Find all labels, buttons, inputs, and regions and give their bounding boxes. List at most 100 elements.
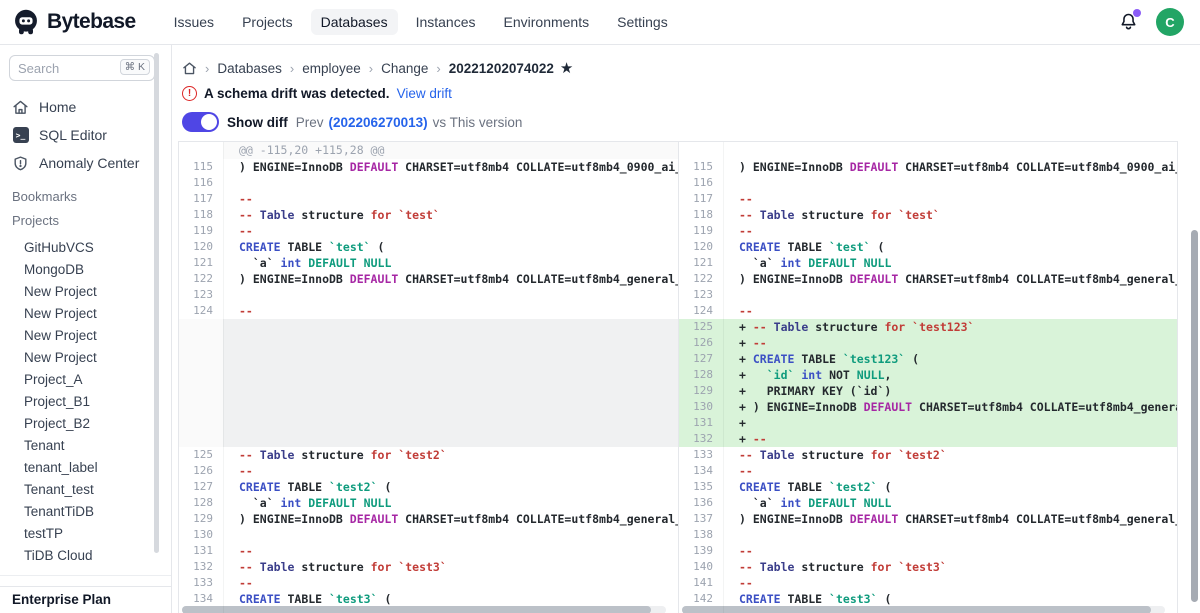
- line-code: ) ENGINE=InnoDB DEFAULT CHARSET=utf8mb4 …: [723, 271, 1177, 287]
- breadcrumb-item[interactable]: Databases: [217, 61, 282, 76]
- diff-added-line: 130+ ) ENGINE=InnoDB DEFAULT CHARSET=utf…: [679, 399, 1177, 415]
- breadcrumb-item[interactable]: Change: [381, 61, 428, 76]
- avatar[interactable]: C: [1156, 8, 1184, 36]
- line-number: 116: [179, 175, 223, 191]
- star-icon[interactable]: ★: [560, 59, 573, 77]
- project-item-project-a[interactable]: Project_A: [0, 369, 171, 391]
- project-item-tenant-label[interactable]: tenant_label: [0, 457, 171, 479]
- top-navbar: Bytebase Issues Projects Databases Instance…: [0, 0, 1200, 45]
- sidebar: ⌘ K Home >_ SQL Editor: [0, 45, 172, 613]
- project-item-tidb-cloud[interactable]: TiDB Cloud: [0, 545, 171, 567]
- line-code: --: [723, 575, 1177, 591]
- diff-placeholder-line: [179, 399, 678, 415]
- line-number: 134: [679, 463, 723, 479]
- project-item-mongodb[interactable]: MongoDB: [0, 259, 171, 281]
- line-number: [179, 415, 223, 431]
- project-item-new-project[interactable]: New Project: [0, 347, 171, 369]
- line-number: [179, 383, 223, 399]
- bytebase-logo[interactable]: Bytebase: [12, 8, 136, 36]
- line-code: `a` int DEFAULT NULL: [223, 255, 678, 271]
- nav-item-issues[interactable]: Issues: [164, 9, 224, 35]
- nav-item-environments[interactable]: Environments: [494, 9, 600, 35]
- horizontal-scrollbar[interactable]: [682, 606, 1165, 613]
- diff-placeholder-line: [179, 383, 678, 399]
- diff-line: 122) ENGINE=InnoDB DEFAULT CHARSET=utf8m…: [179, 271, 678, 287]
- horizontal-scrollbar[interactable]: [182, 606, 666, 613]
- sidebar-item-sql-editor[interactable]: >_ SQL Editor: [0, 121, 171, 149]
- sidebar-item-home[interactable]: Home: [0, 93, 171, 121]
- show-diff-label: Show diff: [227, 115, 288, 130]
- line-number: 131: [179, 543, 223, 559]
- diff-added-line: 132+ --: [679, 431, 1177, 447]
- nav-item-instances[interactable]: Instances: [406, 9, 486, 35]
- scrollbar-thumb[interactable]: [682, 606, 1151, 613]
- line-code: + CREATE TABLE `test123` (: [723, 351, 1177, 367]
- line-number: 115: [179, 159, 223, 175]
- diff-line: 138: [679, 527, 1177, 543]
- notification-bell-icon[interactable]: [1118, 11, 1140, 33]
- prev-label: Prev: [296, 115, 324, 130]
- diff-placeholder-line: [179, 415, 678, 431]
- breadcrumb-item[interactable]: 20221202074022: [449, 61, 554, 76]
- line-number: 121: [679, 255, 723, 271]
- sidebar-divider: [0, 575, 171, 576]
- project-item-githubvcs[interactable]: GitHubVCS: [0, 237, 171, 259]
- project-item-new-project[interactable]: New Project: [0, 325, 171, 347]
- line-number: 118: [179, 207, 223, 223]
- project-item-project-b2[interactable]: Project_B2: [0, 413, 171, 435]
- diff-placeholder-line: [179, 335, 678, 351]
- project-item-testtp[interactable]: testTP: [0, 523, 171, 545]
- line-code: [223, 351, 678, 367]
- scrollbar-thumb[interactable]: [182, 606, 651, 613]
- diff-line: 134CREATE TABLE `test3` (: [179, 591, 678, 607]
- show-diff-toggle[interactable]: [182, 112, 219, 132]
- line-number: 133: [179, 575, 223, 591]
- main-content: ›Databases›employee›Change›2022120207402…: [172, 45, 1200, 613]
- project-item-new-project[interactable]: New Project: [0, 303, 171, 325]
- diff-line: 121 `a` int DEFAULT NULL: [679, 255, 1177, 271]
- view-drift-link[interactable]: View drift: [397, 86, 452, 101]
- home-icon: [12, 99, 29, 116]
- line-number: [179, 351, 223, 367]
- line-number: 126: [679, 335, 723, 351]
- shield-icon: [12, 155, 29, 172]
- project-item-new-project[interactable]: New Project: [0, 281, 171, 303]
- nav-item-projects[interactable]: Projects: [232, 9, 303, 35]
- plan-badge: Enterprise Plan: [0, 586, 171, 613]
- line-number: 137: [679, 511, 723, 527]
- diff-line: 134--: [679, 463, 1177, 479]
- line-code: `a` int DEFAULT NULL: [223, 495, 678, 511]
- prev-version-link[interactable]: (202206270013): [329, 115, 428, 130]
- diff-added-line: 127+ CREATE TABLE `test123` (: [679, 351, 1177, 367]
- line-number: 122: [179, 271, 223, 287]
- page-scrollbar[interactable]: [1191, 230, 1198, 602]
- nav-item-settings[interactable]: Settings: [607, 9, 678, 35]
- diff-line: 142CREATE TABLE `test3` (: [679, 591, 1177, 607]
- line-number: 116: [679, 175, 723, 191]
- diff-line: 117--: [679, 191, 1177, 207]
- line-number: 138: [679, 527, 723, 543]
- sidebar-item-anomaly-center[interactable]: Anomaly Center: [0, 149, 171, 177]
- line-code: --: [723, 191, 1177, 207]
- line-code: [223, 319, 678, 335]
- diff-line: 126--: [179, 463, 678, 479]
- line-number: 128: [179, 495, 223, 511]
- breadcrumb-item[interactable]: employee: [302, 61, 361, 76]
- sidebar-scrollbar[interactable]: [154, 53, 159, 553]
- home-icon[interactable]: [182, 61, 197, 76]
- project-item-tenant-test[interactable]: Tenant_test: [0, 479, 171, 501]
- line-number: 132: [679, 431, 723, 447]
- nav-item-databases[interactable]: Databases: [311, 9, 398, 35]
- diff-line: 123: [679, 287, 1177, 303]
- project-item-tenanttidb[interactable]: TenantTiDB: [0, 501, 171, 523]
- project-list: GitHubVCSMongoDBNew ProjectNew ProjectNe…: [0, 237, 171, 567]
- line-number: 135: [679, 479, 723, 495]
- schema-drift-alert: ! A schema drift was detected. View drif…: [182, 85, 1200, 102]
- diff-line: 129) ENGINE=InnoDB DEFAULT CHARSET=utf8m…: [179, 511, 678, 527]
- line-number: 141: [679, 575, 723, 591]
- line-number: 121: [179, 255, 223, 271]
- project-item-project-b1[interactable]: Project_B1: [0, 391, 171, 413]
- alert-icon: !: [182, 86, 197, 101]
- project-item-tenant[interactable]: Tenant: [0, 435, 171, 457]
- line-number: 126: [179, 463, 223, 479]
